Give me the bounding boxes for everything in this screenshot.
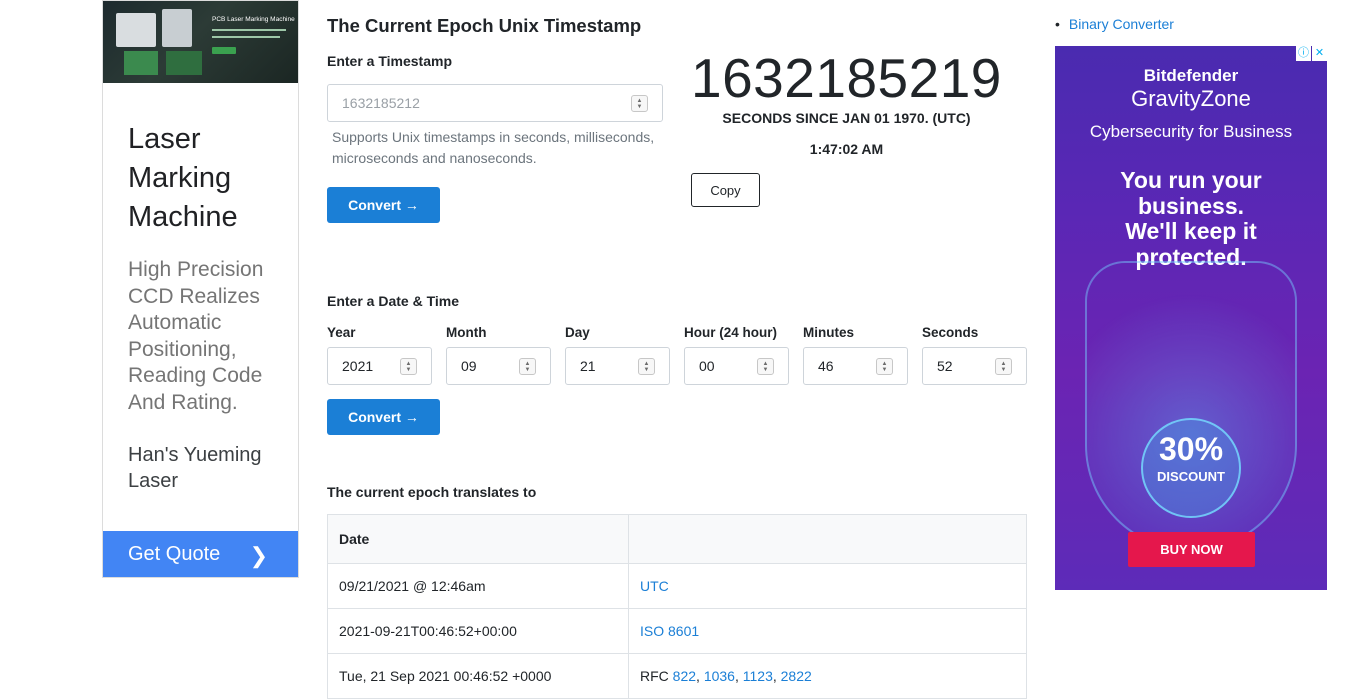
day-input[interactable]: 21 ▲ ▼ [565, 347, 670, 385]
table-cell-format: ISO 8601 [629, 609, 1026, 653]
convert-timestamp-button[interactable]: Convert → [327, 187, 440, 223]
minutes-input[interactable]: 46 ▲ ▼ [803, 347, 908, 385]
year-label: Year [327, 325, 356, 340]
number-spinner-icon[interactable]: ▲ ▼ [631, 95, 648, 112]
rfc-prefix: RFC [640, 668, 673, 684]
translates-label: The current epoch translates to [327, 484, 537, 500]
ad-choices[interactable]: ⓘ ✕ [1295, 46, 1327, 61]
current-time: 1:47:02 AM [809, 141, 884, 157]
number-spinner-icon[interactable]: ▲ ▼ [757, 358, 774, 375]
ad-brand: Bitdefender [1143, 66, 1239, 85]
seconds-label: Seconds [922, 325, 979, 340]
epoch-value: 1632185219 [691, 47, 1002, 109]
timestamp-label: Enter a Timestamp [327, 53, 453, 69]
seconds-value: 52 [937, 358, 953, 374]
seconds-input[interactable]: 52 ▲ ▼ [922, 347, 1027, 385]
day-value: 21 [580, 358, 596, 374]
rfc-822-link[interactable]: 822 [673, 668, 696, 684]
table-row: 09/21/2021 @ 12:46am UTC [328, 564, 1026, 609]
number-spinner-icon[interactable]: ▲ ▼ [995, 358, 1012, 375]
rfc-2822-link[interactable]: 2822 [781, 668, 812, 684]
month-value: 09 [461, 358, 477, 374]
table-header-format [629, 515, 1026, 563]
timestamp-input[interactable]: 1632185212 ▲ ▼ [327, 84, 663, 122]
discount-percent: 30% [1158, 431, 1224, 467]
timestamp-placeholder: 1632185212 [342, 95, 420, 111]
close-icon[interactable]: ✕ [1312, 46, 1327, 61]
convert-datetime-button[interactable]: Convert → [327, 399, 440, 435]
number-spinner-icon[interactable]: ▲ ▼ [400, 358, 417, 375]
ad-brand[interactable]: Han's Yueming Laser [128, 442, 288, 494]
machine-illustration [162, 9, 192, 47]
hour-input[interactable]: 00 ▲ ▼ [684, 347, 789, 385]
epoch-translation-table: Date 09/21/2021 @ 12:46am UTC 2021-09-21… [327, 514, 1027, 699]
minutes-label: Minutes [803, 325, 855, 340]
table-cell-date: Tue, 21 Sep 2021 00:46:52 +0000 [328, 654, 629, 698]
table-cell-date: 2021-09-21T00:46:52+00:00 [328, 609, 629, 653]
ad-product: GravityZone [1131, 86, 1251, 111]
comma: , [696, 668, 704, 684]
ad-product-image[interactable]: PCB Laser Marking Machine [103, 1, 298, 83]
table-cell-format: UTC [629, 564, 1026, 608]
utc-link[interactable]: UTC [640, 578, 669, 594]
ad-tagline: Cybersecurity for Business [1089, 122, 1293, 141]
ad-image-title: PCB Laser Marking Machine [212, 16, 295, 23]
pcb-illustration [124, 51, 158, 75]
ad-description[interactable]: High Precision CCD Realizes Automatic Po… [128, 257, 288, 416]
left-advertisement[interactable]: PCB Laser Marking Machine Laser Marking … [102, 0, 299, 578]
ad-image-button [212, 47, 236, 54]
table-header-date: Date [328, 515, 629, 563]
year-value: 2021 [342, 358, 374, 374]
chevron-right-icon: ❯ [249, 543, 268, 568]
get-quote-label: Get Quote [128, 543, 221, 565]
pcb-illustration [166, 51, 202, 75]
rfc-1036-link[interactable]: 1036 [704, 668, 735, 684]
number-spinner-icon[interactable]: ▲ ▼ [519, 358, 536, 375]
year-input[interactable]: 2021 ▲ ▼ [327, 347, 432, 385]
ad-image-line [212, 29, 286, 31]
ad-headline: You run your business. We'll keep it pro… [1120, 167, 1262, 270]
discount-label: DISCOUNT [1157, 469, 1225, 484]
iso-8601-link[interactable]: ISO 8601 [640, 623, 699, 639]
ad-image-line [212, 36, 280, 38]
timestamp-help-text: Supports Unix timestamps in seconds, mil… [332, 129, 655, 166]
table-row: Tue, 21 Sep 2021 00:46:52 +0000 RFC 822,… [328, 654, 1026, 699]
month-input[interactable]: 09 ▲ ▼ [446, 347, 551, 385]
buy-now-button[interactable]: BUY NOW [1128, 532, 1255, 567]
table-row: 2021-09-21T00:46:52+00:00 ISO 8601 [328, 609, 1026, 654]
right-advertisement[interactable]: ⓘ ✕ Bitdefender GravityZone Cybersecurit… [1055, 46, 1327, 590]
ad-title[interactable]: Laser Marking Machine [128, 120, 288, 237]
seconds-since-label: SECONDS SINCE JAN 01 1970. (UTC) [722, 110, 971, 126]
datetime-label: Enter a Date & Time [327, 293, 460, 309]
machine-illustration [116, 13, 156, 47]
number-spinner-icon[interactable]: ▲ ▼ [638, 358, 655, 375]
table-cell-date: 09/21/2021 @ 12:46am [328, 564, 629, 608]
sidebar-list-item: • Binary Converter [1055, 16, 1174, 32]
table-header-row: Date [328, 515, 1026, 564]
binary-converter-link[interactable]: Binary Converter [1069, 16, 1174, 32]
hour-label: Hour (24 hour) [684, 325, 777, 340]
info-icon[interactable]: ⓘ [1296, 46, 1311, 61]
comma: , [734, 668, 743, 684]
hour-value: 00 [699, 358, 715, 374]
table-cell-format: RFC 822, 1036, 1123, 2822 [629, 654, 1026, 698]
minutes-value: 46 [818, 358, 834, 374]
get-quote-button[interactable]: Get Quote ❯ [103, 531, 298, 577]
page-title: The Current Epoch Unix Timestamp [327, 15, 642, 36]
rfc-1123-link[interactable]: 1123 [743, 668, 773, 684]
month-label: Month [446, 325, 487, 340]
bullet-icon: • [1055, 16, 1060, 32]
copy-button[interactable]: Copy [691, 173, 760, 207]
day-label: Day [565, 325, 590, 340]
number-spinner-icon[interactable]: ▲ ▼ [876, 358, 893, 375]
comma: , [772, 668, 781, 684]
